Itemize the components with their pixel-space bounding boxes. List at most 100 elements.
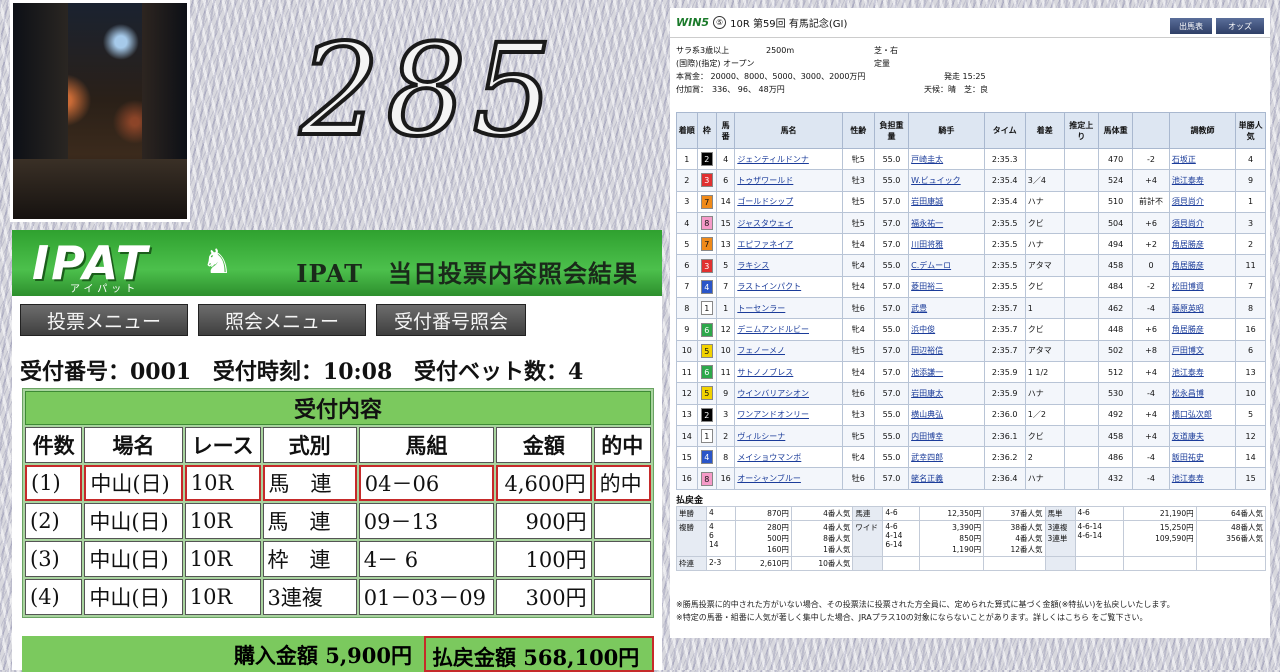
cell-wt: 57.0 — [873, 297, 910, 320]
cell-sex: 牡4 — [841, 275, 875, 299]
jockey-link[interactable]: 蛯名正義 — [908, 467, 985, 490]
jockey-link[interactable]: 横山典弘 — [908, 403, 985, 426]
photo-ground — [13, 159, 187, 219]
trainer-link[interactable]: 池江泰寿 — [1168, 467, 1237, 490]
horse-link[interactable]: サトノノブレス — [734, 360, 843, 384]
col-popularity: 単勝人気 — [1235, 112, 1266, 149]
trainer-link[interactable]: 戸田博文 — [1168, 339, 1237, 362]
jockey-link[interactable]: 川田将雅 — [908, 233, 985, 256]
cell-bd: -2 — [1132, 147, 1170, 171]
cell-wt: 55.0 — [873, 446, 910, 469]
receipt-info: 受付番号：0001 受付時刻：10:08 受付ベット数：4 — [12, 354, 662, 386]
table-row: 6 3 5 ラキシス 牝4 55.0 C.デムーロ 2:35.5 アタマ 458 0 角居勝彦 11 — [676, 254, 1266, 277]
cell-bd: +4 — [1132, 360, 1170, 384]
horse-link[interactable]: エピファネイア — [734, 233, 843, 256]
payout-cell: 4-6 — [882, 506, 920, 521]
jockey-link[interactable]: C.デムーロ — [908, 254, 985, 277]
cell-sex: 牡6 — [841, 467, 875, 490]
vote-menu-button[interactable]: 投票メニュー — [20, 304, 188, 336]
cell-sex: 牡3 — [841, 403, 875, 426]
horse-link[interactable]: ワンアンドオンリー — [734, 403, 843, 426]
horse-link[interactable]: ラキシス — [734, 254, 843, 277]
jockey-link[interactable]: 池添謙一 — [908, 360, 985, 384]
bet-count-cell: (1) — [25, 465, 83, 501]
jockey-link[interactable]: 岩田康太 — [908, 382, 985, 405]
payout-row: 単勝 4 870円 4番人気 馬連 4-6 12,350円 37番人気 馬単 4-6 21,190円… — [676, 506, 1267, 521]
cell-bd: -4 — [1132, 467, 1170, 490]
waku-badge: 5 — [700, 386, 713, 401]
cell-sex: 牡4 — [841, 360, 875, 384]
payout-cell: 4番人気 — [790, 506, 854, 521]
trainer-link[interactable]: 角居勝彦 — [1168, 254, 1237, 277]
jockey-link[interactable]: 武幸四郎 — [908, 446, 985, 469]
cell-pop: 3 — [1235, 211, 1266, 235]
trainer-link[interactable]: 角居勝彦 — [1168, 233, 1237, 256]
totals-bar: 購入金額 5,900円 払戻金額 568,100円 — [22, 636, 654, 672]
waku-badge: 6 — [700, 365, 713, 380]
horse-link[interactable]: フェノーメノ — [734, 339, 843, 362]
jockey-link[interactable]: 浜中俊 — [908, 318, 985, 341]
payout-cell: 48番人気 356番人気 — [1195, 520, 1267, 557]
horse-link[interactable]: ジェンティルドンナ — [734, 147, 843, 171]
horse-link[interactable]: トゥザワールド — [734, 169, 843, 192]
odds-button[interactable]: オッズ — [1216, 18, 1264, 34]
jockey-link[interactable]: 戸崎圭太 — [908, 147, 985, 171]
horse-link[interactable]: ジャスタウェイ — [734, 211, 843, 235]
horse-link[interactable]: ラストインパクト — [734, 275, 843, 299]
trainer-link[interactable]: 橋口弘次郎 — [1168, 403, 1237, 426]
jockey-link[interactable]: 内田博幸 — [908, 424, 985, 448]
cond-weight-rule: 定量 — [874, 59, 890, 68]
cell-num: 1 — [716, 297, 736, 320]
trainer-link[interactable]: 友道康夫 — [1168, 424, 1237, 448]
cell-agari — [1063, 297, 1099, 320]
cell-sex: 牝4 — [841, 318, 875, 341]
waku-badge: 7 — [700, 194, 713, 209]
table-row: 1 2 4 ジェンティルドンナ 牝5 55.0 戸崎圭太 2:35.3 470 -2 石坂正 4 — [676, 147, 1266, 171]
cell-margin: クビ — [1024, 275, 1065, 299]
trainer-link[interactable]: 池江泰寿 — [1168, 360, 1237, 384]
race-conditions: サラ系3歳以上 2500m 芝・右 (国際)(指定) オープン 定量 本賞金： 200… — [670, 38, 1270, 96]
trainer-link[interactable]: 松永昌博 — [1168, 382, 1237, 405]
results-header-row: 着順 枠 馬番 馬名 性齢 負担重量 騎手 タイム 着差 推定上り 馬体重 調教… — [676, 112, 1266, 149]
horse-link[interactable]: メイショウマンボ — [734, 446, 843, 469]
cell-bw: 504 — [1097, 211, 1134, 235]
payout-cell: 4-6 — [1074, 506, 1125, 521]
receipt-number-inquiry-button[interactable]: 受付番号照会 — [376, 304, 526, 336]
cell-pop: 10 — [1235, 382, 1266, 405]
horse-link[interactable]: トーセンラー — [734, 297, 843, 320]
cell-sex: 牡5 — [841, 190, 875, 213]
cond-surface: 芝・右 — [874, 46, 898, 55]
trainer-link[interactable]: 石坂正 — [1168, 147, 1237, 171]
payout-type: 枠連 — [676, 556, 707, 571]
trainer-link[interactable]: 須貝尚介 — [1168, 190, 1237, 213]
cell-margin: アタマ — [1024, 339, 1065, 362]
cell-margin: クビ — [1024, 424, 1065, 448]
jockey-link[interactable]: W.ビュイック — [908, 169, 985, 192]
horse-link[interactable]: ウインバリアシオン — [734, 382, 843, 405]
cell-waku: 3 — [696, 254, 718, 277]
jockey-link[interactable]: 武豊 — [908, 297, 985, 320]
trainer-link[interactable]: 藤原英昭 — [1168, 297, 1237, 320]
jockey-link[interactable]: 菱田裕二 — [908, 275, 985, 299]
horse-link[interactable]: ゴールドシップ — [734, 190, 843, 213]
horse-link[interactable]: オーシャンブルー — [734, 467, 843, 490]
jockey-link[interactable]: 岩田康誠 — [908, 190, 985, 213]
cell-num: 7 — [716, 275, 736, 299]
entries-button[interactable]: 出馬表 — [1170, 18, 1212, 34]
cell-sex: 牝4 — [841, 446, 875, 469]
jockey-link[interactable]: 福永祐一 — [908, 211, 985, 235]
cell-margin: クビ — [1024, 318, 1065, 341]
horse-link[interactable]: デニムアンドルビー — [734, 318, 843, 341]
payout-cell: 10番人気 — [790, 556, 854, 571]
payout-type: 3連複 3連単 — [1044, 520, 1076, 557]
inquiry-menu-button[interactable]: 照会メニュー — [198, 304, 366, 336]
trainer-link[interactable]: 飯田祐史 — [1168, 446, 1237, 469]
trainer-link[interactable]: 松田博資 — [1168, 275, 1237, 299]
trainer-link[interactable]: 角居勝彦 — [1168, 318, 1237, 341]
trainer-link[interactable]: 須貝尚介 — [1168, 211, 1237, 235]
jockey-link[interactable]: 田辺裕信 — [908, 339, 985, 362]
trainer-link[interactable]: 池江泰寿 — [1168, 169, 1237, 192]
horse-link[interactable]: ヴィルシーナ — [734, 424, 843, 448]
cell-pop: 6 — [1235, 339, 1266, 362]
cell-waku: 7 — [696, 233, 718, 256]
